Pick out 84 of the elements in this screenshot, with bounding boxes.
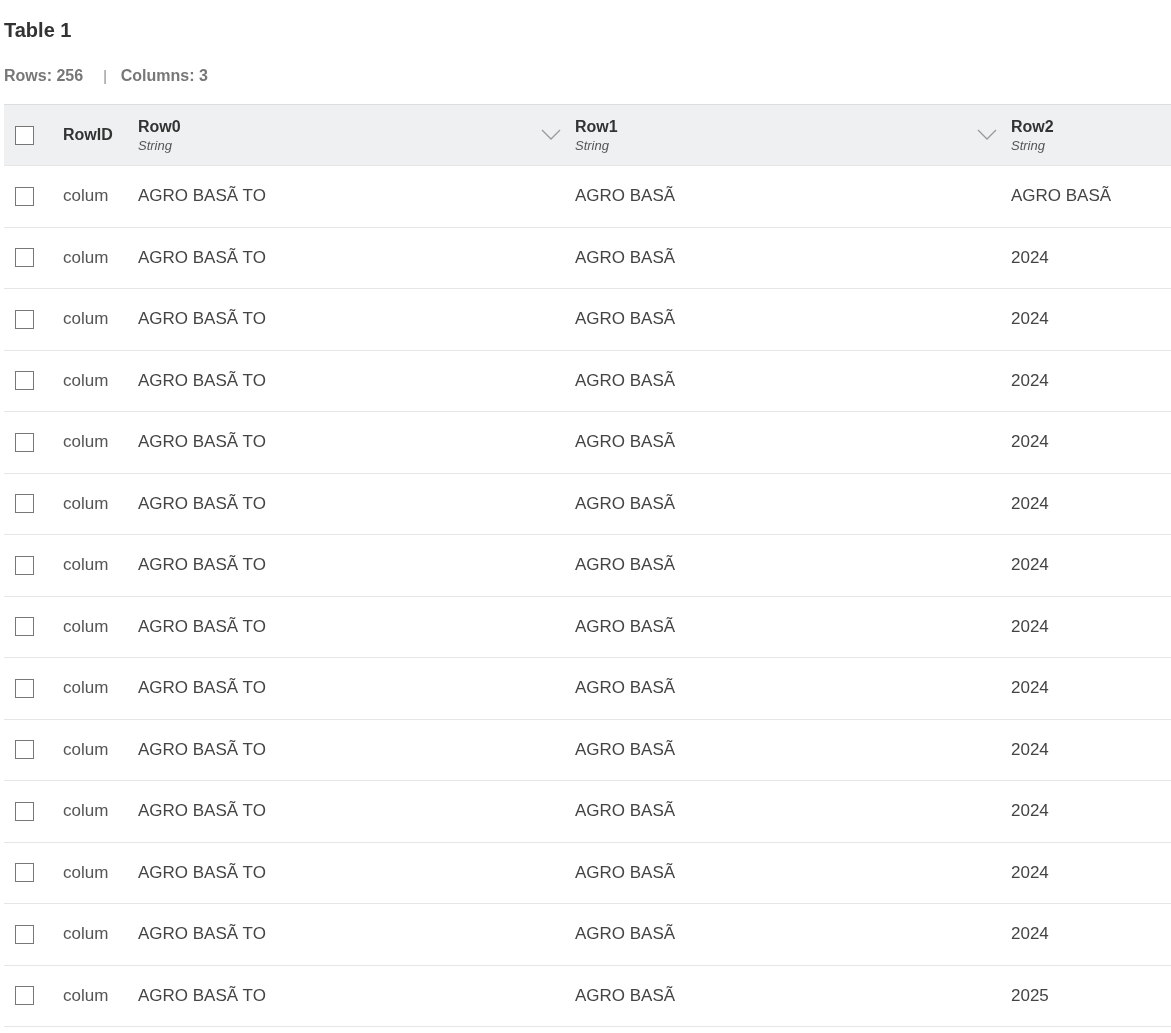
table-cell: AGRO BASÃ TO bbox=[138, 616, 266, 637]
table-cell: AGRO BASÃ TO bbox=[138, 985, 266, 1006]
table-cell: AGRO BASÃ bbox=[575, 555, 676, 576]
table-cell: AGRO BASÃ bbox=[575, 186, 676, 207]
column-type: String bbox=[1011, 137, 1046, 153]
table-cell: AGRO BASÃ TO bbox=[138, 678, 266, 699]
table-cell: colum bbox=[63, 678, 109, 699]
table-cell: AGRO BASÃ bbox=[575, 739, 676, 760]
table-cell: 2024 bbox=[1011, 309, 1049, 330]
table-cell: 2024 bbox=[1011, 247, 1049, 268]
row-checkbox[interactable] bbox=[15, 248, 34, 268]
table-cell: AGRO BASÃ bbox=[575, 370, 676, 391]
table-cell: AGRO BASÃ bbox=[575, 247, 676, 268]
table-cell: colum bbox=[63, 309, 109, 330]
table-cell: colum bbox=[63, 862, 109, 883]
table-cell: AGRO BASÃ TO bbox=[138, 739, 266, 760]
table-cell: AGRO BASÃ bbox=[575, 862, 676, 883]
row-count: Rows: 256 bbox=[4, 67, 84, 85]
row-checkbox[interactable] bbox=[15, 801, 34, 821]
row-checkbox[interactable] bbox=[15, 371, 34, 391]
table-cell: AGRO BASÃ bbox=[575, 678, 676, 699]
row-checkbox[interactable] bbox=[15, 924, 34, 944]
table-cell: 2024 bbox=[1011, 370, 1049, 391]
table-cell: colum bbox=[63, 739, 109, 760]
column-header[interactable]: Row2 bbox=[1011, 117, 1054, 136]
separator-mark: | bbox=[103, 68, 107, 84]
table-cell: AGRO BASÃ TO bbox=[138, 862, 266, 883]
chevron-down-icon[interactable] bbox=[541, 129, 561, 141]
table-cell: AGRO BASÃ TO bbox=[138, 801, 266, 822]
row-checkbox[interactable] bbox=[15, 740, 34, 760]
select-all-checkbox[interactable] bbox=[15, 125, 34, 145]
table-cell: 2024 bbox=[1011, 924, 1049, 945]
table-cell: colum bbox=[63, 247, 109, 268]
row-checkbox[interactable] bbox=[15, 309, 34, 329]
row-checkbox[interactable] bbox=[15, 432, 34, 452]
column-type: String bbox=[575, 137, 610, 153]
table-cell: AGRO BASÃ bbox=[575, 985, 676, 1006]
column-type: String bbox=[138, 137, 173, 153]
table-cell: AGRO BASÃ TO bbox=[138, 432, 266, 453]
table-cell: AGRO BASÃ TO bbox=[138, 493, 266, 514]
table-cell: colum bbox=[63, 616, 109, 637]
table-cell: AGRO BASÃ bbox=[575, 616, 676, 637]
table-cell: colum bbox=[63, 924, 109, 945]
column-count: Columns: 3 bbox=[120, 67, 208, 85]
table-cell: AGRO BASÃ TO bbox=[138, 309, 266, 330]
table-cell: 2024 bbox=[1011, 678, 1049, 699]
table-cell: 2024 bbox=[1011, 801, 1049, 822]
table-cell: AGRO BASÃ TO bbox=[138, 555, 266, 576]
table-cell: colum bbox=[63, 555, 109, 576]
row-checkbox[interactable] bbox=[15, 494, 34, 514]
row-checkbox[interactable] bbox=[15, 678, 34, 698]
table-cell: AGRO BASÃ TO bbox=[138, 370, 266, 391]
table-cell: AGRO BASÃ TO bbox=[138, 247, 266, 268]
row-checkbox[interactable] bbox=[15, 986, 34, 1006]
table-cell: colum bbox=[63, 186, 109, 207]
table-cell: 2024 bbox=[1011, 555, 1049, 576]
table-cell: AGRO BASÃ bbox=[1011, 186, 1112, 207]
table-cell: 2024 bbox=[1011, 862, 1049, 883]
table-cell: AGRO BASÃ bbox=[575, 924, 676, 945]
table-cell: colum bbox=[63, 801, 109, 822]
table-cell: 2024 bbox=[1011, 432, 1049, 453]
table-cell: 2024 bbox=[1011, 739, 1049, 760]
row-checkbox[interactable] bbox=[15, 863, 34, 883]
table-title: Table 1 bbox=[4, 18, 73, 43]
table-cell: 2024 bbox=[1011, 493, 1049, 514]
column-header[interactable]: Row0 bbox=[138, 117, 181, 136]
table-cell: colum bbox=[63, 493, 109, 514]
column-header[interactable]: Row1 bbox=[575, 117, 618, 136]
table-cell: AGRO BASÃ TO bbox=[138, 924, 266, 945]
table-cell: AGRO BASÃ bbox=[575, 493, 676, 514]
table-cell: AGRO BASÃ bbox=[575, 309, 676, 330]
row-checkbox[interactable] bbox=[15, 617, 34, 637]
chevron-down-icon[interactable] bbox=[977, 129, 997, 141]
table-cell: AGRO BASÃ TO bbox=[138, 186, 266, 207]
table-cell: colum bbox=[63, 985, 109, 1006]
table-cell: colum bbox=[63, 432, 109, 453]
row-checkbox[interactable] bbox=[15, 555, 34, 575]
table-cell: colum bbox=[63, 370, 109, 391]
table-cell: 2025 bbox=[1011, 985, 1049, 1006]
table-cell: 2024 bbox=[1011, 616, 1049, 637]
table-cell: AGRO BASÃ bbox=[575, 801, 676, 822]
row-checkbox[interactable] bbox=[15, 186, 34, 206]
table-cell: AGRO BASÃ bbox=[575, 432, 676, 453]
column-header[interactable]: RowID bbox=[63, 126, 113, 144]
